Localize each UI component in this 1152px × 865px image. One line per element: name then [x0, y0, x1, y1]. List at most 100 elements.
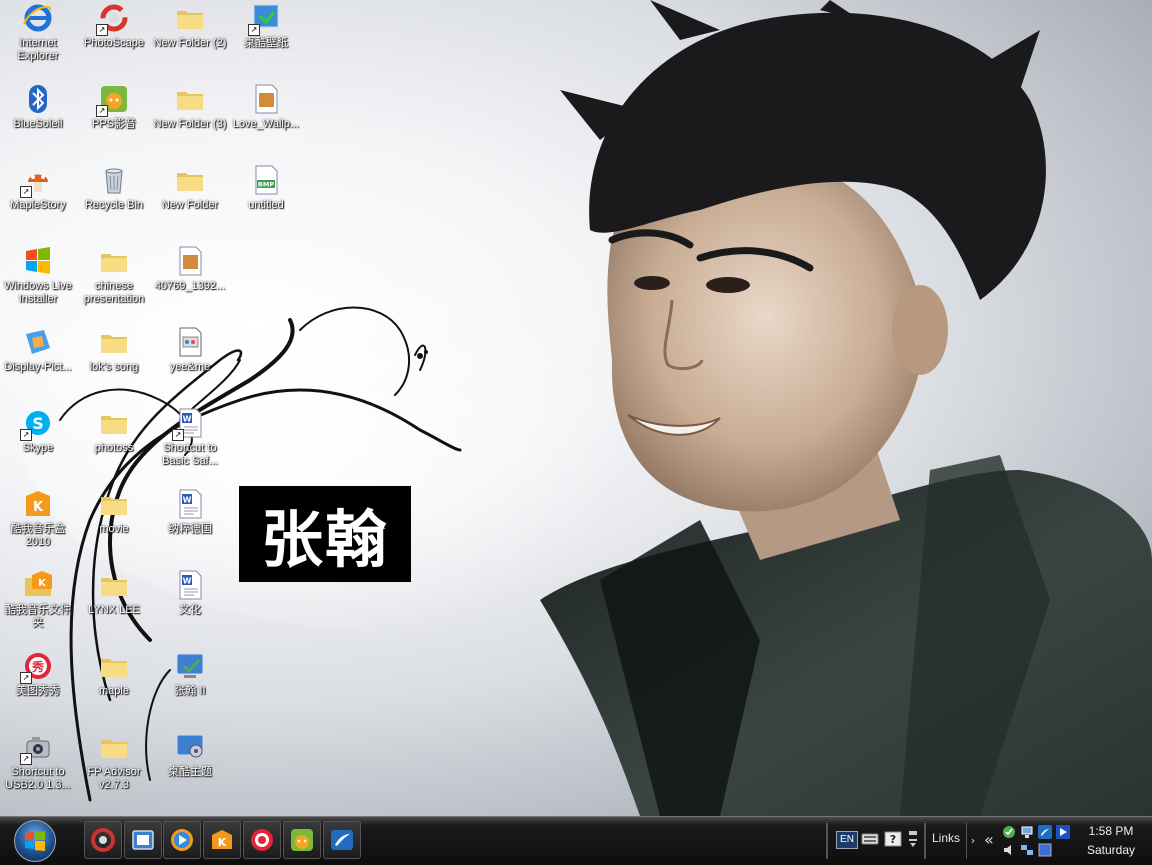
windows-logo-icon — [25, 831, 45, 851]
desktop-icon-label: 酷我音乐盒 2010 — [10, 523, 66, 548]
desktop-icon-label: Love_Wallp... — [232, 118, 300, 130]
desktop-icon[interactable]: LYNX LEE — [76, 569, 152, 647]
desktop-icon-label: LYNX LEE — [88, 604, 140, 616]
show-hidden-icons-chevron-icon[interactable]: « — [984, 831, 998, 849]
taskbar-separator — [826, 823, 828, 859]
desktop-icon-label: Recycle Bin — [84, 199, 144, 211]
desktop-icon-label: movie — [99, 523, 129, 535]
pps-icon: ↗ — [96, 83, 130, 117]
keyboard-icon[interactable] — [861, 831, 879, 849]
desktop-icon[interactable]: ↗ PPS影音 — [76, 83, 152, 161]
pps-launch-icon[interactable] — [283, 821, 321, 859]
desktop-icon-label: Shortcut to USB2.0 1.3... — [5, 766, 71, 791]
desktop-icon-label: Windows Live Installer — [4, 280, 72, 305]
desktop-icon[interactable]: maple — [76, 650, 152, 728]
shortcut-arrow-icon: ↗ — [20, 672, 32, 684]
language-bar-options-icon[interactable] — [906, 829, 924, 847]
desktop-icon[interactable]: 秀 ↗ 美图秀秀 — [0, 650, 76, 728]
feather-launch-icon[interactable] — [323, 821, 361, 859]
desktop-icon[interactable]: ↗ PhotoScape — [76, 2, 152, 80]
desktop-icon-label: Display-Pict... — [4, 361, 72, 373]
desktop-icon[interactable]: BMP untitled — [228, 164, 304, 242]
svg-text:K: K — [38, 578, 47, 589]
links-toolbar[interactable]: Links — [932, 831, 960, 845]
theme-settings-icon — [174, 731, 206, 763]
desktop-icon[interactable]: Windows Live Installer — [0, 245, 76, 323]
desktop-icon[interactable]: lok's song — [76, 326, 152, 404]
desktop-icon[interactable]: BlueSoleil — [0, 83, 76, 161]
desktop-icon-label: untitled — [248, 199, 284, 211]
desktop-icon[interactable]: Love_Wallp... — [228, 83, 304, 161]
desktop-icon[interactable]: K 酷我音乐文件夹 — [0, 569, 76, 647]
desktop-icon[interactable]: 40769_1392... — [152, 245, 228, 323]
desktop-icon[interactable]: chinese presentation — [76, 245, 152, 323]
system-clock[interactable]: 1:58 PM Saturday — [1080, 823, 1142, 861]
desktop-icon[interactable]: 桌酷主题 — [152, 731, 228, 809]
start-button[interactable] — [14, 820, 56, 862]
desktop-icon[interactable]: Recycle Bin — [76, 164, 152, 242]
media-player-icon[interactable] — [163, 821, 201, 859]
desktop-icon-label: FP Advisor v2.7.3 — [87, 766, 141, 791]
svg-text:BMP: BMP — [258, 181, 274, 189]
qq-tray-icon[interactable] — [1002, 824, 1016, 838]
desktop-icon[interactable]: K 酷我音乐盒 2010 — [0, 488, 76, 566]
desktop-icon[interactable]: New Folder — [152, 164, 228, 242]
shortcut-arrow-icon: ↗ — [20, 753, 32, 765]
svg-text:K: K — [218, 836, 227, 849]
desktop-icon[interactable]: Display-Pict... — [0, 326, 76, 404]
desktop-icon[interactable]: New Folder (2) — [152, 2, 228, 80]
folder-icon — [98, 326, 130, 358]
wallpaper-app-icon: ↗ — [248, 2, 282, 36]
kuwo-music-icon: K — [22, 488, 54, 520]
desktop-switch-icon[interactable] — [124, 821, 162, 859]
taskbar: K EN ? Links › « 1:58 PM Saturday — [0, 816, 1152, 865]
windows-live-icon — [22, 245, 54, 277]
bmp-file-icon: BMP — [250, 164, 282, 196]
wallpaper-name-sign: 张翰 — [239, 486, 411, 582]
clock-time: 1:58 PM — [1088, 824, 1134, 838]
folder-icon — [174, 83, 206, 115]
desktop-icon[interactable]: photoss — [76, 407, 152, 485]
desktop-icon[interactable]: yee&me — [152, 326, 228, 404]
kuwo-folder-icon: K — [22, 569, 54, 601]
desktop-icon-label: New Folder (2) — [153, 37, 227, 49]
text-file-icon — [174, 326, 206, 358]
desktop-icon[interactable]: New Folder (3) — [152, 83, 228, 161]
meitu-launch-icon[interactable] — [243, 821, 281, 859]
bluetooth-icon — [22, 83, 54, 115]
desktop-icon[interactable]: FP Advisor v2.7.3 — [76, 731, 152, 809]
taskbar-separator — [924, 823, 926, 859]
photoscape-icon: ↗ — [96, 2, 130, 36]
folder-icon — [98, 650, 130, 682]
kuwo-launch-icon[interactable]: K — [203, 821, 241, 859]
folder-icon — [98, 731, 130, 763]
image-file-icon — [250, 83, 282, 115]
desktop-icon[interactable]: Internet Explorer — [0, 2, 76, 80]
language-label: EN — [840, 834, 854, 845]
desktop-icon[interactable]: ↗ 桌酷壁紙 — [228, 2, 304, 80]
desktop-icon[interactable]: W 纳粹德国 — [152, 488, 228, 566]
links-expand-icon[interactable]: › — [966, 823, 979, 859]
desktop-icon[interactable]: W 文化 — [152, 569, 228, 647]
help-icon[interactable]: ? — [884, 831, 902, 849]
meitu-icon: 秀 ↗ — [20, 650, 54, 684]
language-indicator[interactable]: EN — [836, 831, 858, 849]
photoscape-launch-icon[interactable] — [84, 821, 122, 859]
desktop-icon-label: 文化 — [179, 604, 201, 616]
network-tray-icon[interactable] — [1020, 824, 1034, 838]
display-tray-icon[interactable] — [1038, 842, 1052, 857]
desktop-icon[interactable]: ↗ Shortcut to USB2.0 1.3... — [0, 731, 76, 809]
word-document-icon: W — [174, 569, 206, 601]
desktop-icon[interactable]: movie — [76, 488, 152, 566]
feather-tray-icon[interactable] — [1038, 824, 1052, 839]
desktop-icon[interactable]: 张翰 II — [152, 650, 228, 728]
folder-icon — [174, 164, 206, 196]
desktop-icon[interactable]: W ↗ Shortcut to Basic Saf... — [152, 407, 228, 485]
desktop-icon[interactable]: ↗ MapleStory — [0, 164, 76, 242]
usb-camera-icon: ↗ — [20, 731, 54, 765]
desktop-icon[interactable]: S ↗ Skype — [0, 407, 76, 485]
connection-tray-icon[interactable] — [1020, 842, 1034, 856]
desktop-icon-label: 纳粹德国 — [168, 523, 212, 535]
media-play-tray-icon[interactable] — [1056, 824, 1070, 839]
volume-tray-icon[interactable] — [1002, 842, 1016, 856]
